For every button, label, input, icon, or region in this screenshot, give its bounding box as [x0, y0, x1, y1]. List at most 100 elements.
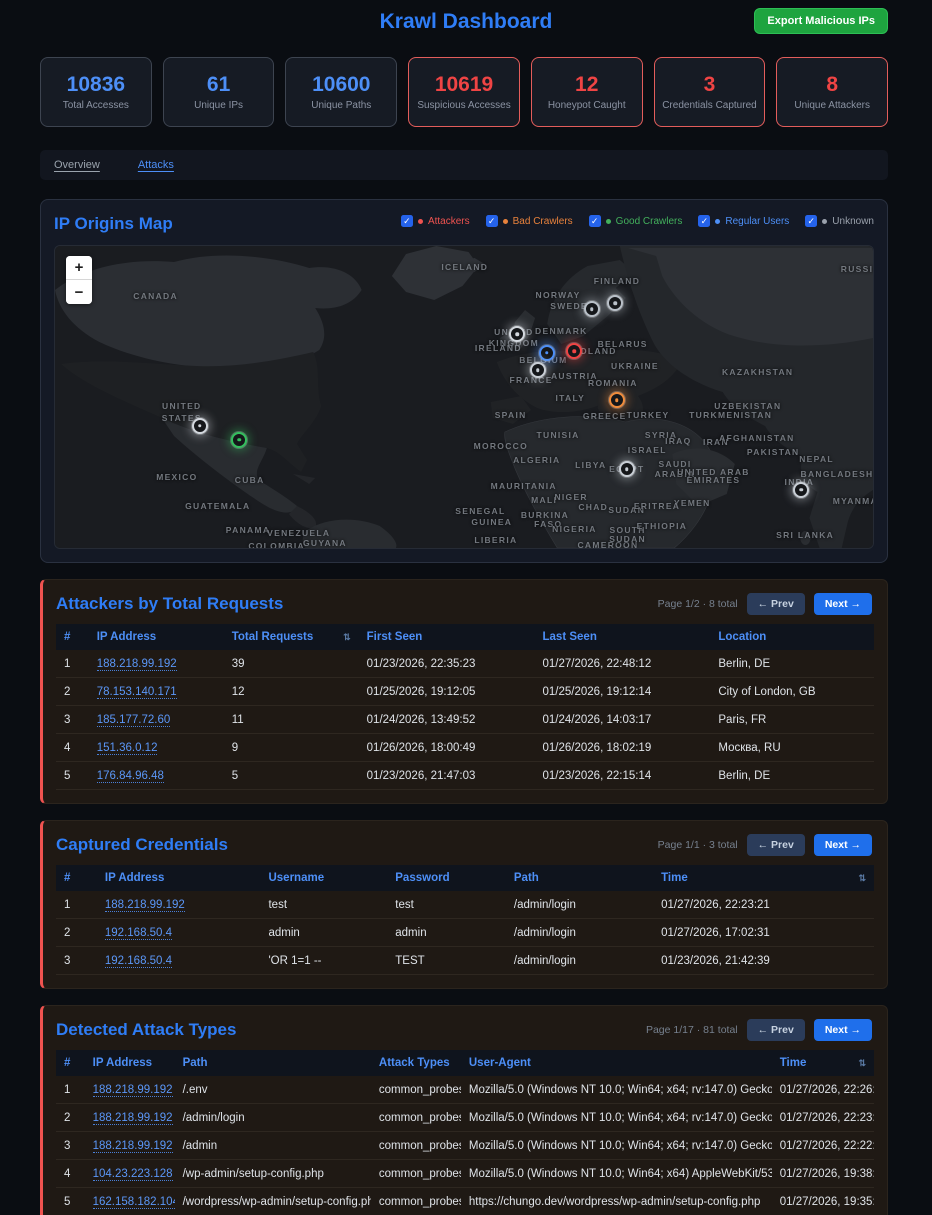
stat-card-unique-attackers: 8Unique Attackers	[776, 57, 888, 127]
column-header-path[interactable]: Path	[506, 865, 653, 891]
cell-time: 01/27/2026, 17:02:31	[653, 919, 874, 947]
map-country-label: FINLAND	[594, 276, 640, 286]
column-header-num[interactable]: #	[56, 865, 97, 891]
cell-num: 2	[56, 678, 89, 706]
ip-address-link[interactable]: 188.218.99.192	[93, 1084, 173, 1097]
cell-path: /admin/login	[175, 1104, 371, 1132]
zoom-in-button[interactable]: +	[66, 256, 92, 280]
column-header-time[interactable]: Time⇅	[653, 865, 874, 891]
cell-total-requests: 9	[224, 734, 359, 762]
column-header-path[interactable]: Path	[175, 1050, 371, 1076]
legend-item-bad-crawlers[interactable]: ✓Bad Crawlers	[486, 215, 573, 227]
legend-item-regular-users[interactable]: ✓Regular Users	[698, 215, 789, 227]
prev-page-button[interactable]: ← Prev	[747, 834, 805, 856]
stat-value: 8	[826, 74, 838, 95]
prev-page-button[interactable]: ← Prev	[747, 593, 805, 615]
map-country-label: CHAD	[578, 502, 608, 512]
stat-label: Unique IPs	[194, 100, 243, 111]
legend-checkbox[interactable]: ✓	[486, 215, 498, 227]
ip-address-link[interactable]: 104.23.223.128	[93, 1168, 173, 1181]
attackers-pagination: Page 1/2 · 8 total ← Prev Next →	[658, 593, 872, 615]
ip-address-link[interactable]: 192.168.50.4	[105, 927, 172, 940]
map-marker-unknown[interactable]	[584, 301, 600, 317]
cell-num: 3	[56, 947, 97, 975]
tab-overview[interactable]: Overview	[54, 159, 100, 171]
world-map[interactable]: + − CANADAICELANDUNITEDSTATESMEXICOCUBAG…	[54, 245, 874, 549]
ip-address-link[interactable]: 176.84.96.48	[97, 770, 164, 783]
cell-num: 4	[56, 1160, 85, 1188]
table-row: 4 104.23.223.128/wp-admin/setup-config.ph…	[56, 1160, 874, 1188]
legend-item-good-crawlers[interactable]: ✓Good Crawlers	[589, 215, 683, 227]
legend-checkbox[interactable]: ✓	[589, 215, 601, 227]
column-header-time[interactable]: Time⇅	[772, 1050, 874, 1076]
map-marker-unknown[interactable]	[530, 362, 546, 378]
map-marker-unknown[interactable]	[793, 482, 809, 498]
cell-first-seen: 01/24/2026, 13:49:52	[359, 706, 535, 734]
next-page-button[interactable]: Next →	[814, 593, 872, 615]
map-marker-attacker[interactable]	[566, 343, 582, 359]
map-marker-bad-crawler[interactable]	[609, 392, 625, 408]
next-page-button[interactable]: Next →	[814, 1019, 872, 1041]
column-header-total-requests[interactable]: Total Requests⇅	[224, 624, 359, 650]
cell-path: /admin/login	[506, 891, 653, 919]
ip-address-link[interactable]: 185.177.72.60	[97, 714, 171, 727]
cell-location: Москва, RU	[710, 734, 874, 762]
sort-icon[interactable]: ⇅	[343, 632, 351, 643]
cell-path: /wp-admin/setup-config.php	[175, 1160, 371, 1188]
tab-attacks[interactable]: Attacks	[138, 159, 174, 171]
ip-address-link[interactable]: 188.218.99.192	[105, 899, 185, 912]
column-header-location[interactable]: Location	[710, 624, 874, 650]
map-country-label: ROMANIA	[588, 378, 638, 388]
legend-checkbox[interactable]: ✓	[698, 215, 710, 227]
map-country-label: GUYANA	[303, 538, 347, 548]
ip-address-link[interactable]: 151.36.0.12	[97, 742, 158, 755]
credentials-pagination: Page 1/1 · 3 total ← Prev Next →	[658, 834, 872, 856]
table-row: 1188.218.99.192/.envcommon_probesMozilla…	[56, 1076, 874, 1104]
legend-checkbox[interactable]: ✓	[401, 215, 413, 227]
column-header-ip-address[interactable]: IP Address	[97, 865, 261, 891]
prev-page-button[interactable]: ← Prev	[747, 1019, 805, 1041]
map-country-label: NIGERIA	[552, 524, 597, 534]
legend-item-unknown[interactable]: ✓Unknown	[805, 215, 874, 227]
map-country-label: SENEGAL	[455, 506, 505, 516]
column-header-num[interactable]: #	[56, 624, 89, 650]
column-header-last-seen[interactable]: Last Seen	[535, 624, 711, 650]
map-marker-unknown[interactable]	[607, 295, 623, 311]
ip-address-link[interactable]: 188.218.99.192	[93, 1140, 173, 1153]
ip-address-link[interactable]: 162.158.182.104	[93, 1196, 175, 1209]
map-country-label: UKRAINE	[611, 361, 659, 371]
map-country-label: FRANCE	[509, 375, 552, 385]
ip-address-link[interactable]: 188.218.99.192	[93, 1112, 173, 1125]
table-row: 5176.84.96.48501/23/2026, 21:47:0301/23/…	[56, 762, 874, 790]
ip-origins-map-panel: IP Origins Map ✓Attackers✓Bad Crawlers✓G…	[40, 199, 888, 563]
column-header-password[interactable]: Password	[387, 865, 506, 891]
map-marker-regular-user[interactable]	[539, 345, 555, 361]
legend-item-attackers[interactable]: ✓Attackers	[401, 215, 470, 227]
map-marker-unknown[interactable]	[192, 418, 208, 434]
sort-icon[interactable]: ⇅	[858, 1058, 866, 1069]
cell-time: 01/27/2026, 22:23:21	[772, 1104, 874, 1132]
ip-address-link[interactable]: 192.168.50.4	[105, 955, 172, 968]
column-header-ip-address[interactable]: IP Address	[85, 1050, 175, 1076]
column-header-user-agent[interactable]: User-Agent	[461, 1050, 772, 1076]
map-country-label: KAZAKHSTAN	[722, 367, 793, 377]
zoom-out-button[interactable]: −	[66, 280, 92, 304]
column-header-ip-address[interactable]: IP Address	[89, 624, 224, 650]
cell-ip-address: 188.218.99.192	[85, 1104, 175, 1132]
map-marker-unknown[interactable]	[619, 461, 635, 477]
ip-address-link[interactable]: 78.153.140.171	[97, 686, 177, 699]
legend-checkbox[interactable]: ✓	[805, 215, 817, 227]
attackers-table: #IP AddressTotal Requests⇅First SeenLast…	[56, 624, 874, 790]
ip-address-link[interactable]: 188.218.99.192	[97, 658, 177, 671]
column-header-username[interactable]: Username	[260, 865, 387, 891]
cell-time: 01/27/2026, 22:22:54	[772, 1132, 874, 1160]
column-header-num[interactable]: #	[56, 1050, 85, 1076]
stat-value: 10836	[67, 74, 125, 95]
export-malicious-ips-button[interactable]: Export Malicious IPs	[754, 8, 888, 34]
next-page-button[interactable]: Next →	[814, 834, 872, 856]
sort-icon[interactable]: ⇅	[858, 873, 866, 884]
column-header-first-seen[interactable]: First Seen	[359, 624, 535, 650]
column-header-attack-types[interactable]: Attack Types	[371, 1050, 461, 1076]
map-marker-good-crawler[interactable]	[231, 432, 247, 448]
map-marker-unknown[interactable]	[509, 326, 525, 342]
